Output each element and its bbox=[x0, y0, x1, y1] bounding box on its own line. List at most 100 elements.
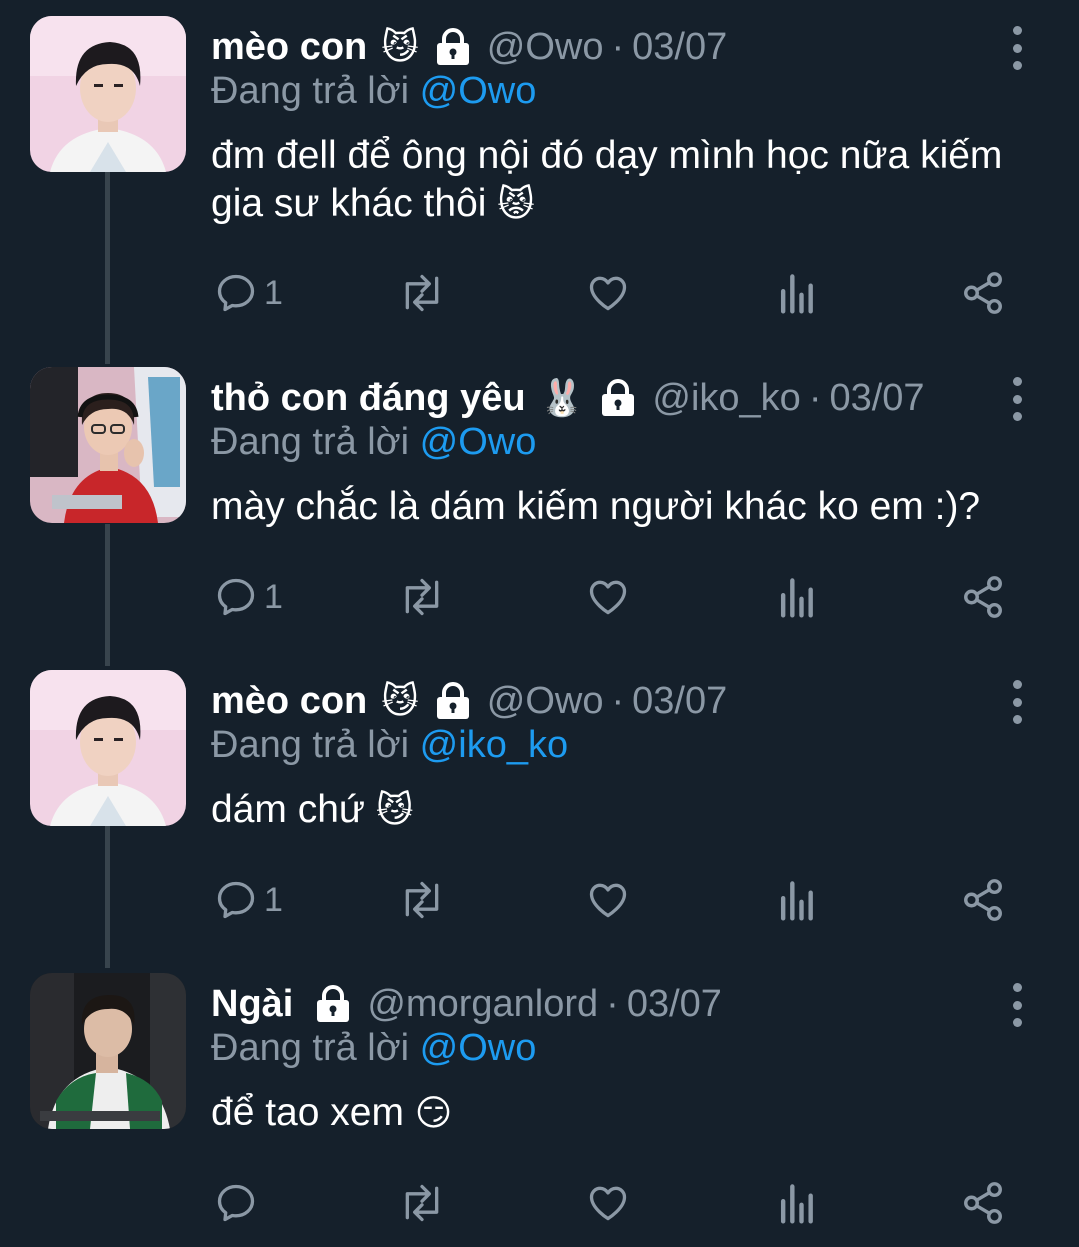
reply-prefix: Đang trả lời bbox=[211, 724, 410, 766]
reply-button[interactable]: 1 bbox=[214, 572, 283, 622]
avatar[interactable] bbox=[30, 367, 186, 523]
more-options-icon[interactable] bbox=[1002, 983, 1032, 1027]
username-handle[interactable]: @Owo bbox=[487, 26, 604, 69]
reply-prefix: Đang trả lời bbox=[211, 421, 410, 463]
reply-count: 1 bbox=[264, 880, 283, 919]
retweet-icon bbox=[405, 578, 439, 616]
reply-count: 1 bbox=[264, 273, 283, 312]
avatar[interactable] bbox=[30, 670, 186, 826]
reply-mention[interactable]: @Owo bbox=[420, 421, 537, 463]
analytics-button[interactable] bbox=[776, 268, 816, 318]
avatar[interactable] bbox=[30, 973, 186, 1129]
heart-icon bbox=[589, 883, 627, 918]
reply-prefix: Đang trả lời bbox=[211, 1027, 410, 1069]
retweet-icon bbox=[405, 1184, 439, 1222]
text-emoji: 😾 bbox=[497, 184, 535, 225]
analytics-button[interactable] bbox=[776, 1178, 816, 1228]
tweet-header: mèo con 😼 @Owo · 03/07 bbox=[211, 676, 989, 726]
lock-icon bbox=[598, 379, 638, 417]
tweet-date[interactable]: 03/07 bbox=[632, 26, 727, 69]
like-button[interactable] bbox=[585, 268, 631, 318]
reply-icon bbox=[217, 578, 255, 616]
action-bar bbox=[0, 1178, 1079, 1228]
separator-dot: · bbox=[611, 679, 625, 722]
reply-icon bbox=[217, 1184, 255, 1222]
lock-icon bbox=[433, 682, 473, 720]
reply-button[interactable]: 1 bbox=[214, 268, 283, 318]
replying-to: Đang trả lời @Owo bbox=[211, 421, 536, 464]
share-icon bbox=[964, 272, 1002, 314]
share-icon bbox=[964, 879, 1002, 921]
reply-prefix: Đang trả lời bbox=[211, 70, 410, 112]
heart-icon bbox=[589, 580, 627, 615]
tweet-text: mày chắc là dám kiếm người khác ko em :)… bbox=[211, 483, 1051, 531]
separator-dot: · bbox=[606, 982, 619, 1025]
more-options-icon[interactable] bbox=[1002, 377, 1032, 421]
tweet-text-content: đm đell để ông nội đó dạy mình học nữa k… bbox=[211, 134, 1003, 225]
like-button[interactable] bbox=[585, 1178, 631, 1228]
separator-dot: · bbox=[808, 376, 822, 419]
replying-to: Đang trả lời @Owo bbox=[211, 70, 536, 113]
tweet-header: mèo con 😼 @Owo · 03/07 bbox=[211, 22, 989, 72]
like-button[interactable] bbox=[585, 572, 631, 622]
share-button[interactable] bbox=[960, 572, 1006, 622]
tweet-header: Ngài @morganlord · 03/07 bbox=[211, 979, 989, 1029]
display-name[interactable]: thỏ con đáng yêu bbox=[211, 377, 526, 420]
tweet-date[interactable]: 03/07 bbox=[632, 680, 727, 723]
share-button[interactable] bbox=[960, 268, 1006, 318]
heart-icon bbox=[589, 1186, 627, 1221]
share-icon bbox=[964, 1182, 1002, 1224]
separator-dot: · bbox=[611, 25, 625, 68]
retweet-icon bbox=[405, 881, 439, 919]
tweet-text: đm đell để ông nội đó dạy mình học nữa k… bbox=[211, 132, 1051, 229]
retweet-icon bbox=[405, 274, 439, 312]
action-bar: 1 bbox=[0, 875, 1079, 925]
reply-button[interactable] bbox=[214, 1178, 258, 1228]
share-icon bbox=[964, 576, 1002, 618]
tweet-date[interactable]: 03/07 bbox=[829, 377, 924, 420]
display-name[interactable]: mèo con bbox=[211, 680, 367, 723]
analytics-icon bbox=[780, 881, 813, 921]
analytics-button[interactable] bbox=[776, 572, 816, 622]
reply-icon bbox=[217, 881, 255, 919]
like-button[interactable] bbox=[585, 875, 631, 925]
tweet-header: thỏ con đáng yêu 🐰 @iko_ko · 03/07 bbox=[211, 373, 989, 423]
username-handle[interactable]: @Owo bbox=[487, 680, 604, 723]
tweet-date[interactable]: 03/07 bbox=[627, 983, 722, 1026]
tweet-text-content: mày chắc là dám kiếm người khác ko em :)… bbox=[211, 485, 981, 528]
avatar[interactable] bbox=[30, 16, 186, 172]
name-emoji: 😼 bbox=[381, 26, 419, 68]
username-handle[interactable]: @morganlord bbox=[367, 983, 598, 1026]
replying-to: Đang trả lời @Owo bbox=[211, 1027, 536, 1070]
reply-mention[interactable]: @Owo bbox=[420, 70, 537, 112]
reply-mention[interactable]: @Owo bbox=[420, 1027, 537, 1069]
name-emoji: 🐰 bbox=[539, 378, 585, 419]
tweet-text: dám chứ 😼 bbox=[211, 786, 1051, 835]
username-handle[interactable]: @iko_ko bbox=[652, 377, 800, 420]
analytics-icon bbox=[780, 578, 813, 618]
share-button[interactable] bbox=[960, 875, 1006, 925]
more-options-icon[interactable] bbox=[1002, 26, 1032, 70]
display-name[interactable]: mèo con bbox=[211, 26, 367, 69]
heart-icon bbox=[589, 276, 627, 311]
more-options-icon[interactable] bbox=[1002, 680, 1032, 724]
tweet-text-content: dám chứ bbox=[211, 788, 366, 831]
lock-icon bbox=[433, 28, 473, 66]
analytics-icon bbox=[780, 274, 813, 314]
name-emoji: 😼 bbox=[381, 680, 419, 722]
action-bar: 1 bbox=[0, 572, 1079, 622]
text-emoji: 😼 bbox=[375, 790, 414, 831]
share-button[interactable] bbox=[960, 1178, 1006, 1228]
retweet-button[interactable] bbox=[397, 875, 447, 925]
retweet-button[interactable] bbox=[397, 572, 447, 622]
analytics-button[interactable] bbox=[776, 875, 816, 925]
reply-button[interactable]: 1 bbox=[214, 875, 283, 925]
reply-mention[interactable]: @iko_ko bbox=[420, 724, 568, 766]
retweet-button[interactable] bbox=[397, 1178, 447, 1228]
tweet-text: để tao xem 😏 bbox=[211, 1089, 1051, 1138]
retweet-button[interactable] bbox=[397, 268, 447, 318]
replying-to: Đang trả lời @iko_ko bbox=[211, 724, 568, 767]
display-name[interactable]: Ngài bbox=[211, 983, 293, 1026]
analytics-icon bbox=[780, 1184, 813, 1224]
action-bar: 1 bbox=[0, 268, 1079, 318]
